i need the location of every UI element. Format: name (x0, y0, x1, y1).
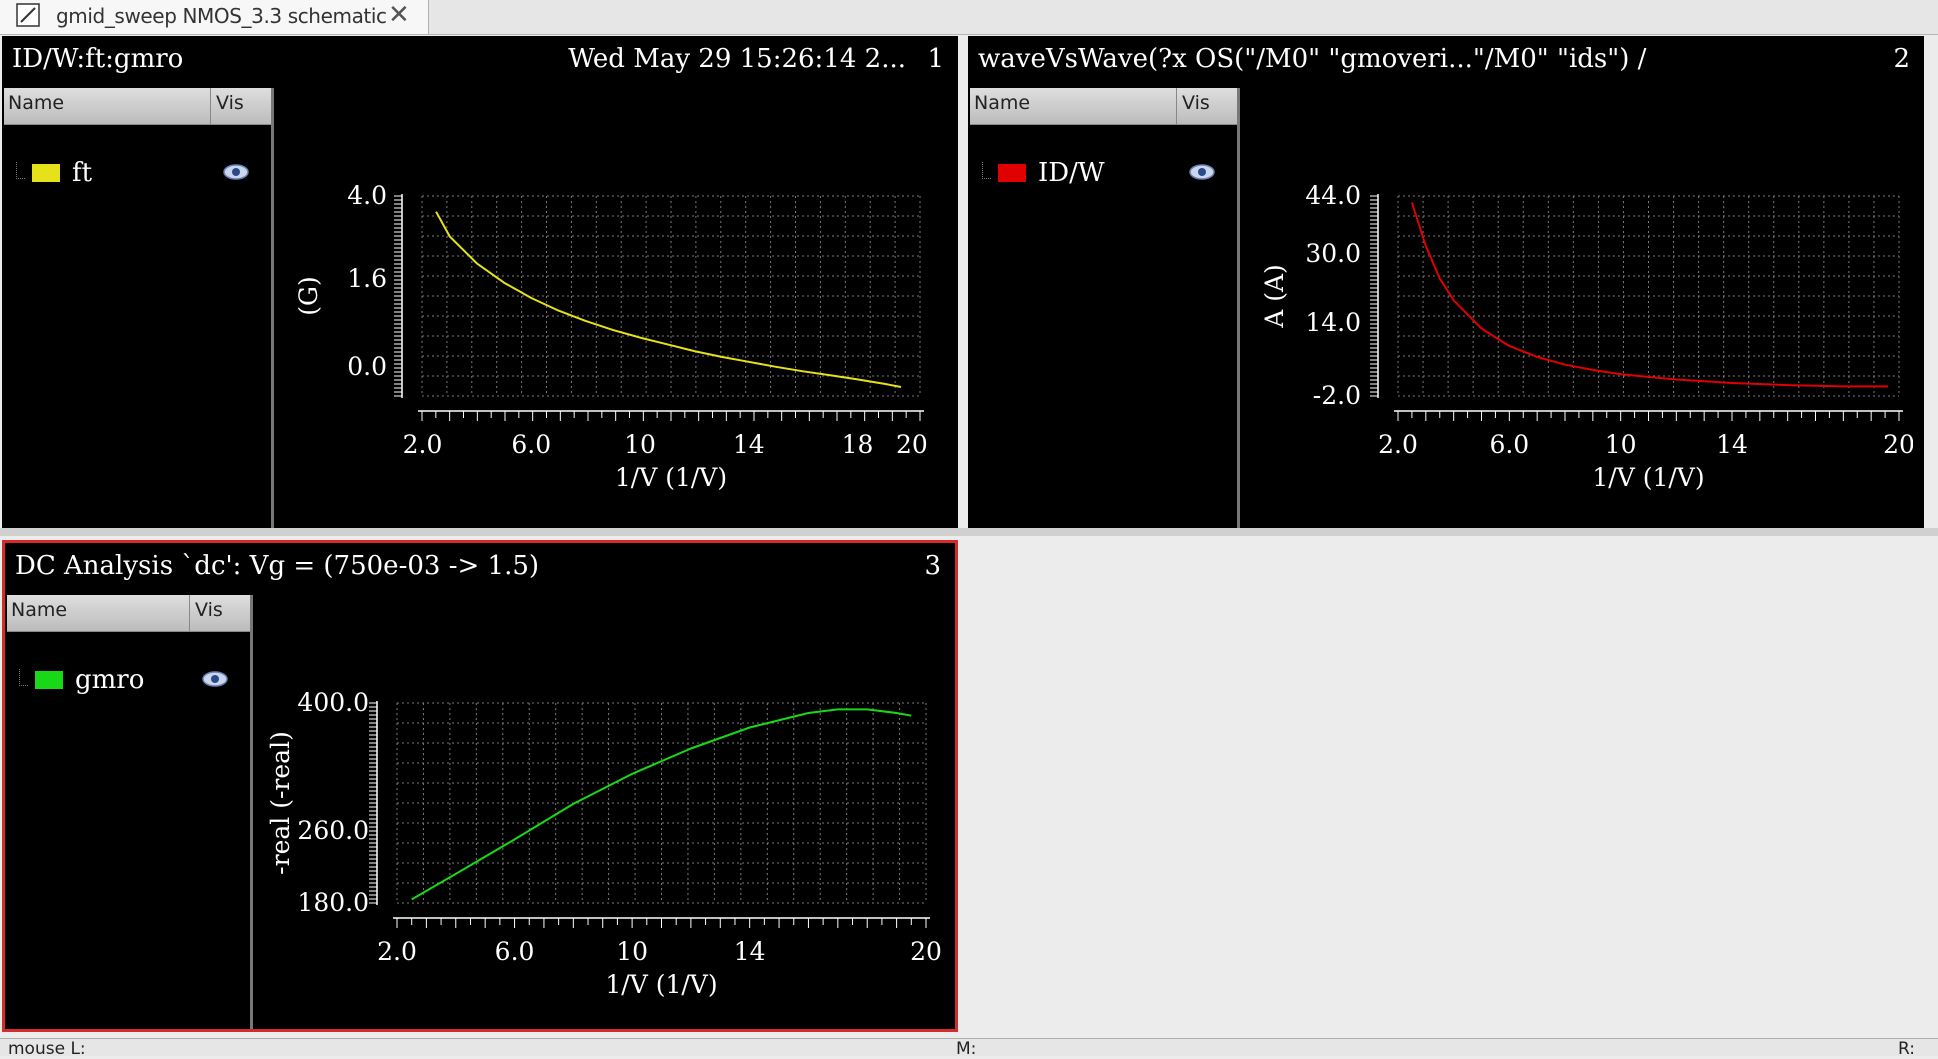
visibility-eye-icon[interactable] (1188, 162, 1216, 182)
status-mouse-left: mouse L: (8, 1039, 86, 1059)
x-tick-label: 6.0 (1489, 430, 1529, 459)
panel-title: DC Analysis `dc': Vg = (750e-03 -> 1.5) (15, 551, 540, 581)
y-axis-label: A (A) (1260, 264, 1289, 329)
x-tick-label: 20 (1883, 430, 1913, 459)
legend-header: Name Vis (970, 88, 1238, 125)
legend-table: Name Vis ID/W (970, 88, 1240, 528)
tab-schematic[interactable]: gmid_sweep NMOS_3.3 schematic ✕ (0, 0, 429, 34)
graph-panel-2[interactable]: waveVsWave(?x OS("/M0" "gmoveri..."/M0" … (968, 36, 1924, 528)
panel-number: 2 (1893, 44, 1910, 74)
x-tick-label: 10 (1605, 430, 1637, 459)
y-tick-label: 14.0 (1305, 308, 1361, 337)
x-tick-label: 6.0 (495, 937, 535, 966)
legend-header-name[interactable]: Name (974, 92, 1030, 114)
legend-header-divider (189, 595, 190, 631)
series-line-ft (435, 211, 902, 388)
legend-header-vis[interactable]: Vis (216, 92, 244, 114)
y-tick-label: 0.0 (347, 352, 387, 381)
y-tick-label: 30.0 (1305, 239, 1361, 268)
legend-divider[interactable] (250, 595, 253, 1029)
y-axis-label: (G) (294, 276, 323, 315)
y-tick-label: 260.0 (297, 816, 369, 845)
legend-header-name[interactable]: Name (8, 92, 64, 114)
x-tick-label: 2.0 (1378, 430, 1418, 459)
tree-connector (19, 669, 28, 686)
series-color-swatch (998, 164, 1026, 182)
legend-row-idw[interactable]: ID/W (970, 158, 1238, 194)
status-mouse-middle: M: (956, 1039, 977, 1059)
x-tick-label: 2.0 (377, 937, 417, 966)
y-tick-label: 400.0 (297, 688, 369, 717)
y-tick-label: 180.0 (297, 888, 369, 917)
panel-title: ID/W:ft:gmro (12, 44, 184, 74)
graph-panel-1[interactable]: ID/W:ft:gmro Wed May 29 15:26:14 2... 1 … (2, 36, 958, 528)
series-name: ID/W (1038, 158, 1105, 188)
series-color-swatch (32, 164, 60, 182)
y-axis-label: -real (-real) (266, 731, 295, 875)
legend-header: Name Vis (7, 595, 251, 632)
tree-connector (982, 162, 991, 179)
legend-header-vis[interactable]: Vis (195, 599, 223, 621)
legend-header-divider (1176, 88, 1177, 124)
series-line-idw (1410, 202, 1888, 388)
series-name: ft (72, 158, 93, 188)
plot-grid (1397, 195, 1900, 397)
series-color-swatch (35, 671, 63, 689)
panel-timestamp: Wed May 29 15:26:14 2... (568, 44, 906, 74)
x-tick-label: 2.0 (403, 430, 443, 459)
panel-number: 3 (924, 551, 941, 581)
legend-header-vis[interactable]: Vis (1182, 92, 1210, 114)
chart-idw[interactable]: 2.0 6.0 10 14 20 44.0 30.0 14.0 -2.0 1/V (1/V) A (… (1243, 136, 1913, 526)
visibility-eye-icon[interactable] (222, 162, 250, 182)
legend-header-divider (210, 88, 211, 124)
x-tick-label: 18 (842, 430, 874, 459)
x-tick-label: 20 (910, 937, 942, 966)
legend-table: Name Vis ft (4, 88, 274, 528)
x-axis-label: 1/V (1/V) (605, 970, 717, 999)
graph-panel-3[interactable]: DC Analysis `dc': Vg = (750e-03 -> 1.5) … (2, 540, 958, 1032)
plot-grid (421, 195, 921, 397)
y-tick-label: 44.0 (1305, 181, 1361, 210)
status-bar: mouse L: M: R: (0, 1038, 1938, 1059)
schematic-doc-icon (16, 3, 40, 27)
chart-ft[interactable]: 2.0 6.0 10 14 18 20 4.0 1.6 0.0 1/V (1/V) (G) (277, 136, 947, 526)
tree-connector (16, 162, 25, 179)
legend-header-name[interactable]: Name (11, 599, 67, 621)
x-tick-label: 6.0 (511, 430, 551, 459)
panel-title: waveVsWave(?x OS("/M0" "gmoveri..."/M0" … (978, 44, 1647, 74)
close-tab-icon[interactable]: ✕ (388, 0, 410, 30)
visibility-eye-icon[interactable] (201, 669, 229, 689)
chart-gmro[interactable]: 2.0 6.0 10 14 20 400.0 260.0 180.0 1/V (1/V) -rea… (257, 643, 951, 1033)
x-tick-label: 14 (1716, 430, 1748, 459)
legend-divider[interactable] (1237, 88, 1240, 528)
x-tick-label: 14 (734, 937, 766, 966)
x-tick-label: 10 (616, 937, 648, 966)
y-tick-label: 4.0 (347, 181, 387, 210)
plot-grid (396, 702, 927, 904)
pane-splitter[interactable] (0, 528, 1938, 536)
legend-row-ft[interactable]: ft (4, 158, 272, 194)
y-tick-label: -2.0 (1313, 381, 1361, 410)
legend-divider[interactable] (271, 88, 274, 528)
status-mouse-right: R: (1898, 1039, 1916, 1059)
x-axis-label: 1/V (1/V) (615, 463, 727, 492)
panel-number: 1 (927, 44, 944, 74)
x-tick-label: 14 (733, 430, 765, 459)
tab-bar: gmid_sweep NMOS_3.3 schematic ✕ (0, 0, 1938, 35)
legend-row-gmro[interactable]: gmro (7, 665, 251, 701)
tab-label: gmid_sweep NMOS_3.3 schematic (56, 4, 387, 28)
x-tick-label: 20 (896, 430, 928, 459)
y-tick-label: 1.6 (347, 264, 387, 293)
x-axis-label: 1/V (1/V) (1592, 463, 1704, 492)
legend-header: Name Vis (4, 88, 272, 125)
series-name: gmro (75, 665, 145, 695)
x-tick-label: 10 (624, 430, 656, 459)
legend-table: Name Vis gmro (7, 595, 253, 1029)
